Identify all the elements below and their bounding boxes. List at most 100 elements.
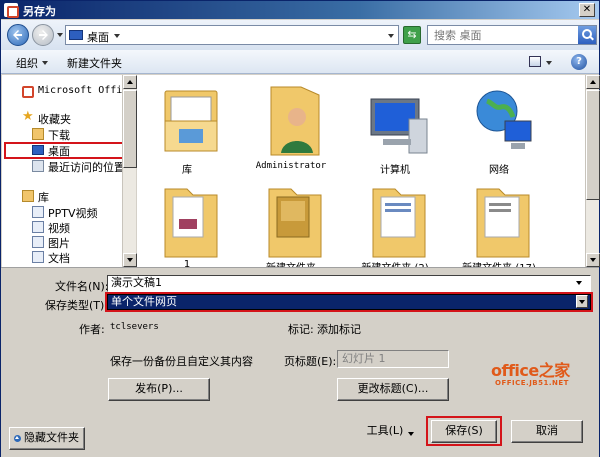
document-icon xyxy=(32,251,44,263)
address-location[interactable]: 桌面 xyxy=(87,29,109,45)
scroll-thumb[interactable] xyxy=(123,90,137,168)
library-icon xyxy=(22,190,34,202)
file-item-folder-1[interactable]: 1 xyxy=(137,175,237,267)
file-item-new-folder-17[interactable]: 新建文件夹 (17) xyxy=(449,175,549,267)
nav-pane-scrollbar[interactable] xyxy=(122,75,137,267)
folder-icon xyxy=(372,188,426,258)
network-icon xyxy=(476,90,532,149)
save-highlight-box xyxy=(426,416,502,446)
tools-dropdown-icon[interactable] xyxy=(408,432,414,436)
page-title-label: 页标题(E): xyxy=(284,355,337,368)
nav-item-label: 最近访问的位置 xyxy=(48,161,125,174)
nav-item-label: 视频 xyxy=(48,222,70,235)
nav-item-label: 文档 xyxy=(48,252,70,265)
refresh-icon: ⇆ xyxy=(407,28,417,41)
file-item-new-folder-2[interactable]: 新建文件夹 (2) xyxy=(345,175,445,267)
file-name: 新建文件夹 (2) xyxy=(345,259,445,267)
desktop-icon xyxy=(69,30,83,40)
file-item-network[interactable]: 网络 xyxy=(449,77,549,177)
watermark: office之家 OFFICE.JB51.NET xyxy=(491,357,591,391)
address-dropdown-icon[interactable] xyxy=(388,34,394,38)
view-dropdown-icon[interactable] xyxy=(546,61,552,65)
folder-icon xyxy=(476,188,530,258)
filename-label: 文件名(N): xyxy=(55,280,109,293)
library-folder-icon xyxy=(164,90,218,152)
close-button[interactable]: ✕ xyxy=(579,3,595,17)
navigation-pane: Microsoft Office ★ 收藏夹 下载 桌面 最近访问的位置 库 P… xyxy=(2,75,136,267)
file-list-scrollbar[interactable] xyxy=(585,75,600,267)
new-folder-button[interactable]: 新建文件夹 xyxy=(67,55,122,71)
organize-dropdown-icon[interactable] xyxy=(42,61,48,65)
filename-field[interactable]: 演示文稿1 xyxy=(107,275,591,292)
help-icon[interactable]: ? xyxy=(571,54,587,70)
file-item-administrator[interactable]: Administrator xyxy=(241,77,341,177)
scroll-up-button[interactable] xyxy=(586,75,600,89)
organize-menu[interactable]: 组织 xyxy=(16,55,38,71)
window-title: 另存为 xyxy=(23,5,56,18)
nav-item-label: 图片 xyxy=(48,237,70,250)
back-arrow-icon xyxy=(13,30,22,40)
view-options-icon[interactable] xyxy=(529,56,541,67)
desktop-highlight-box xyxy=(4,142,124,159)
nav-item-label: Microsoft Office xyxy=(38,85,135,96)
folder-icon xyxy=(32,128,44,140)
scroll-down-button[interactable] xyxy=(586,253,600,267)
file-name: 网络 xyxy=(489,165,509,176)
file-name: 库 xyxy=(182,165,192,176)
scroll-thumb[interactable] xyxy=(586,90,600,200)
nav-item-label: 收藏夹 xyxy=(38,113,71,126)
toolbar: 组织 新建文件夹 ? xyxy=(1,50,599,74)
user-folder-icon xyxy=(270,86,320,156)
history-dropdown-icon[interactable] xyxy=(57,33,63,37)
picture-icon xyxy=(32,236,44,248)
nav-item-label: 下载 xyxy=(48,129,70,142)
search-box[interactable] xyxy=(427,25,597,45)
refresh-button[interactable]: ⇆ xyxy=(403,26,421,44)
tags-label: 标记: xyxy=(288,323,314,336)
folder-icon xyxy=(164,188,218,258)
hide-folders-label: 隐藏文件夹 xyxy=(24,431,79,444)
recent-icon xyxy=(32,160,44,172)
save-type-highlight-box xyxy=(105,292,593,312)
file-name: 新建文件夹 xyxy=(241,259,341,267)
video-icon xyxy=(32,206,44,218)
scroll-down-button[interactable] xyxy=(123,253,137,267)
nav-item-label: 库 xyxy=(38,191,49,204)
save-copy-text: 保存一份备份且自定义其内容 xyxy=(110,355,253,368)
file-name: Administrator xyxy=(255,161,327,171)
computer-icon xyxy=(370,98,428,154)
star-icon: ★ xyxy=(22,109,34,124)
back-button[interactable] xyxy=(7,24,29,46)
change-title-button[interactable]: 更改标题(C)... xyxy=(337,378,449,401)
search-icon[interactable] xyxy=(578,26,596,44)
page-title-field: 幻灯片 1 xyxy=(337,350,449,368)
author-label: 作者: xyxy=(79,323,105,336)
author-value[interactable]: tclsevers xyxy=(110,322,159,332)
watermark-url: OFFICE.JB51.NET xyxy=(495,379,569,387)
file-item-libraries[interactable]: 库 xyxy=(137,77,237,177)
file-name: 计算机 xyxy=(380,165,410,176)
tags-value[interactable]: 添加标记 xyxy=(317,321,361,337)
save-type-label: 保存类型(T): xyxy=(45,299,109,312)
file-name: 新建文件夹 (17) xyxy=(449,259,549,267)
cancel-button[interactable]: 取消 xyxy=(511,420,583,443)
file-item-new-folder[interactable]: 新建文件夹 xyxy=(241,175,341,267)
breadcrumb-chevron-icon[interactable] xyxy=(114,34,120,38)
search-input[interactable] xyxy=(434,28,564,42)
scroll-up-button[interactable] xyxy=(123,75,137,89)
file-list: 库 Administrator 计算机 网络 1 xyxy=(137,75,585,267)
file-name: 1 xyxy=(183,259,191,267)
folder-icon xyxy=(268,188,322,258)
address-bar[interactable]: 桌面 xyxy=(65,25,399,45)
file-item-computer[interactable]: 计算机 xyxy=(345,77,445,177)
hide-folders-button[interactable]: 隐藏文件夹 xyxy=(9,427,85,450)
video-icon xyxy=(32,221,44,233)
publish-button[interactable]: 发布(P)... xyxy=(108,378,210,401)
chevron-up-icon xyxy=(14,435,21,442)
office-icon xyxy=(22,86,34,98)
nav-item-label: PPTV视频 xyxy=(48,207,98,220)
save-as-dialog: 另存为 ✕ 桌面 ⇆ 组织 新建文件夹 ? xyxy=(0,0,600,457)
forward-button[interactable] xyxy=(32,24,54,46)
address-row: 桌面 ⇆ xyxy=(1,20,599,50)
title-bar: 另存为 ✕ xyxy=(1,1,599,19)
